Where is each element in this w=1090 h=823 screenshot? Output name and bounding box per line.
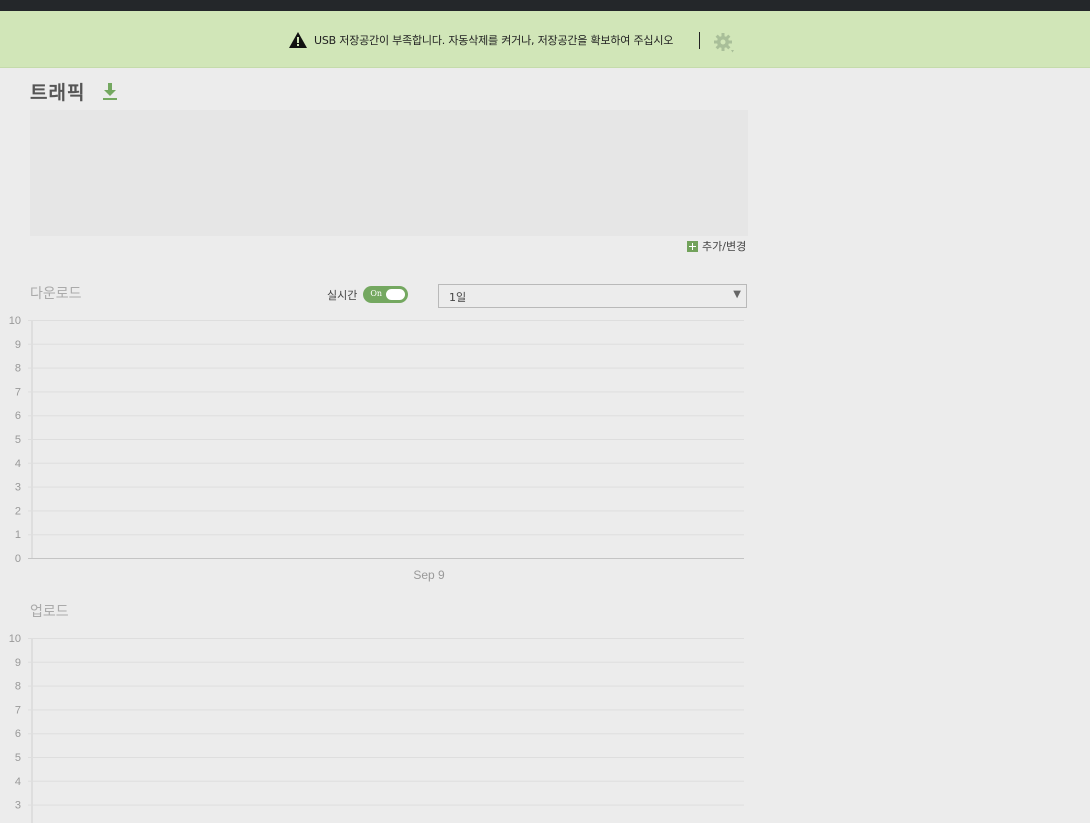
upload-section-title: 업로드: [30, 604, 69, 620]
toggle-state-label: On: [370, 289, 383, 298]
y-tick-label: 1: [15, 529, 21, 541]
toggle-knob: [386, 289, 406, 300]
y-tick-label: 10: [9, 633, 21, 645]
x-tick-label: Sep 9: [413, 568, 445, 582]
upload-chart: 3 4 5 6 7 8 9 10: [9, 633, 744, 823]
page-title: 트래픽: [30, 82, 86, 104]
y-tick-label: 5: [15, 434, 21, 446]
y-tick-label: 9: [15, 339, 21, 351]
realtime-toggle[interactable]: On: [363, 286, 409, 303]
download-chart: 0 1 2 3 4 5 6 7 8 9 10 Sep 9: [9, 315, 744, 582]
y-tick-label: 0: [15, 553, 21, 565]
period-select[interactable]: 1일 ▼: [438, 284, 747, 308]
y-tick-label: 6: [15, 728, 21, 740]
add-change-label: 추가/변경: [702, 240, 747, 253]
y-tick-label: 7: [15, 386, 21, 398]
realtime-label: 실시간: [327, 288, 358, 302]
divider: [699, 32, 700, 49]
y-tick-label: 8: [15, 681, 21, 693]
gear-icon[interactable]: [713, 32, 735, 54]
y-tick-label: 9: [15, 657, 21, 669]
chevron-down-icon: ▼: [733, 289, 741, 300]
y-tick-label: 4: [15, 776, 21, 788]
period-selected-value: 1일: [449, 291, 467, 304]
traffic-summary-area: [30, 110, 748, 236]
y-tick-label: 10: [9, 315, 21, 327]
y-tick-label: 6: [15, 410, 21, 422]
y-tick-label: 5: [15, 752, 21, 764]
warning-message: USB 저장공간이 부족합니다. 자동삭제를 켜거나, 저장공간을 확보하여 주…: [314, 34, 674, 47]
y-tick-label: 3: [15, 800, 21, 812]
y-tick-label: 2: [15, 505, 21, 517]
add-change-button[interactable]: 추가/변경: [687, 238, 746, 254]
download-icon[interactable]: [101, 81, 119, 101]
plus-icon: [687, 240, 698, 252]
download-section-title: 다운로드: [30, 286, 82, 302]
y-tick-label: 8: [15, 363, 21, 375]
top-bar: [0, 0, 1090, 11]
warning-icon: [289, 32, 307, 48]
y-tick-label: 3: [15, 482, 21, 494]
y-tick-label: 7: [15, 704, 21, 716]
y-tick-label: 4: [15, 458, 21, 470]
storage-warning-banner: USB 저장공간이 부족합니다. 자동삭제를 켜거나, 저장공간을 확보하여 주…: [0, 11, 1090, 68]
